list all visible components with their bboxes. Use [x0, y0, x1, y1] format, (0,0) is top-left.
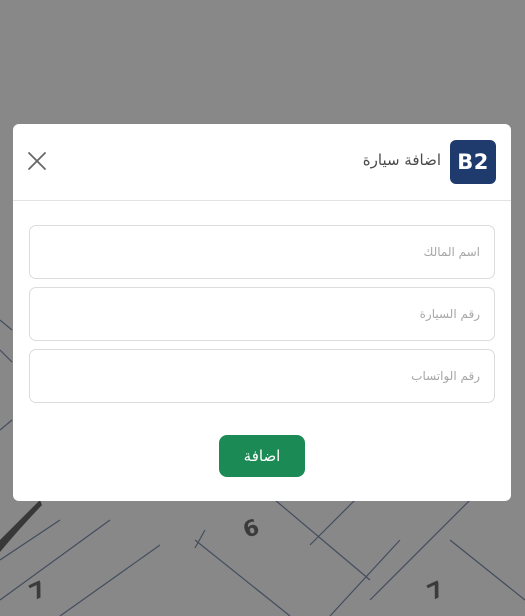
modal-header: B2 اضافة سيارة — [13, 124, 511, 201]
brand-logo: B2 — [450, 140, 496, 184]
add-button[interactable]: اضافة — [219, 435, 305, 477]
add-car-modal: B2 اضافة سيارة اضافة — [13, 124, 511, 501]
close-icon — [28, 152, 46, 170]
owner-name-input[interactable] — [29, 225, 495, 279]
car-number-input[interactable] — [29, 287, 495, 341]
close-button[interactable] — [27, 151, 47, 171]
modal-title: اضافة سيارة — [362, 151, 441, 169]
whatsapp-number-input[interactable] — [29, 349, 495, 403]
